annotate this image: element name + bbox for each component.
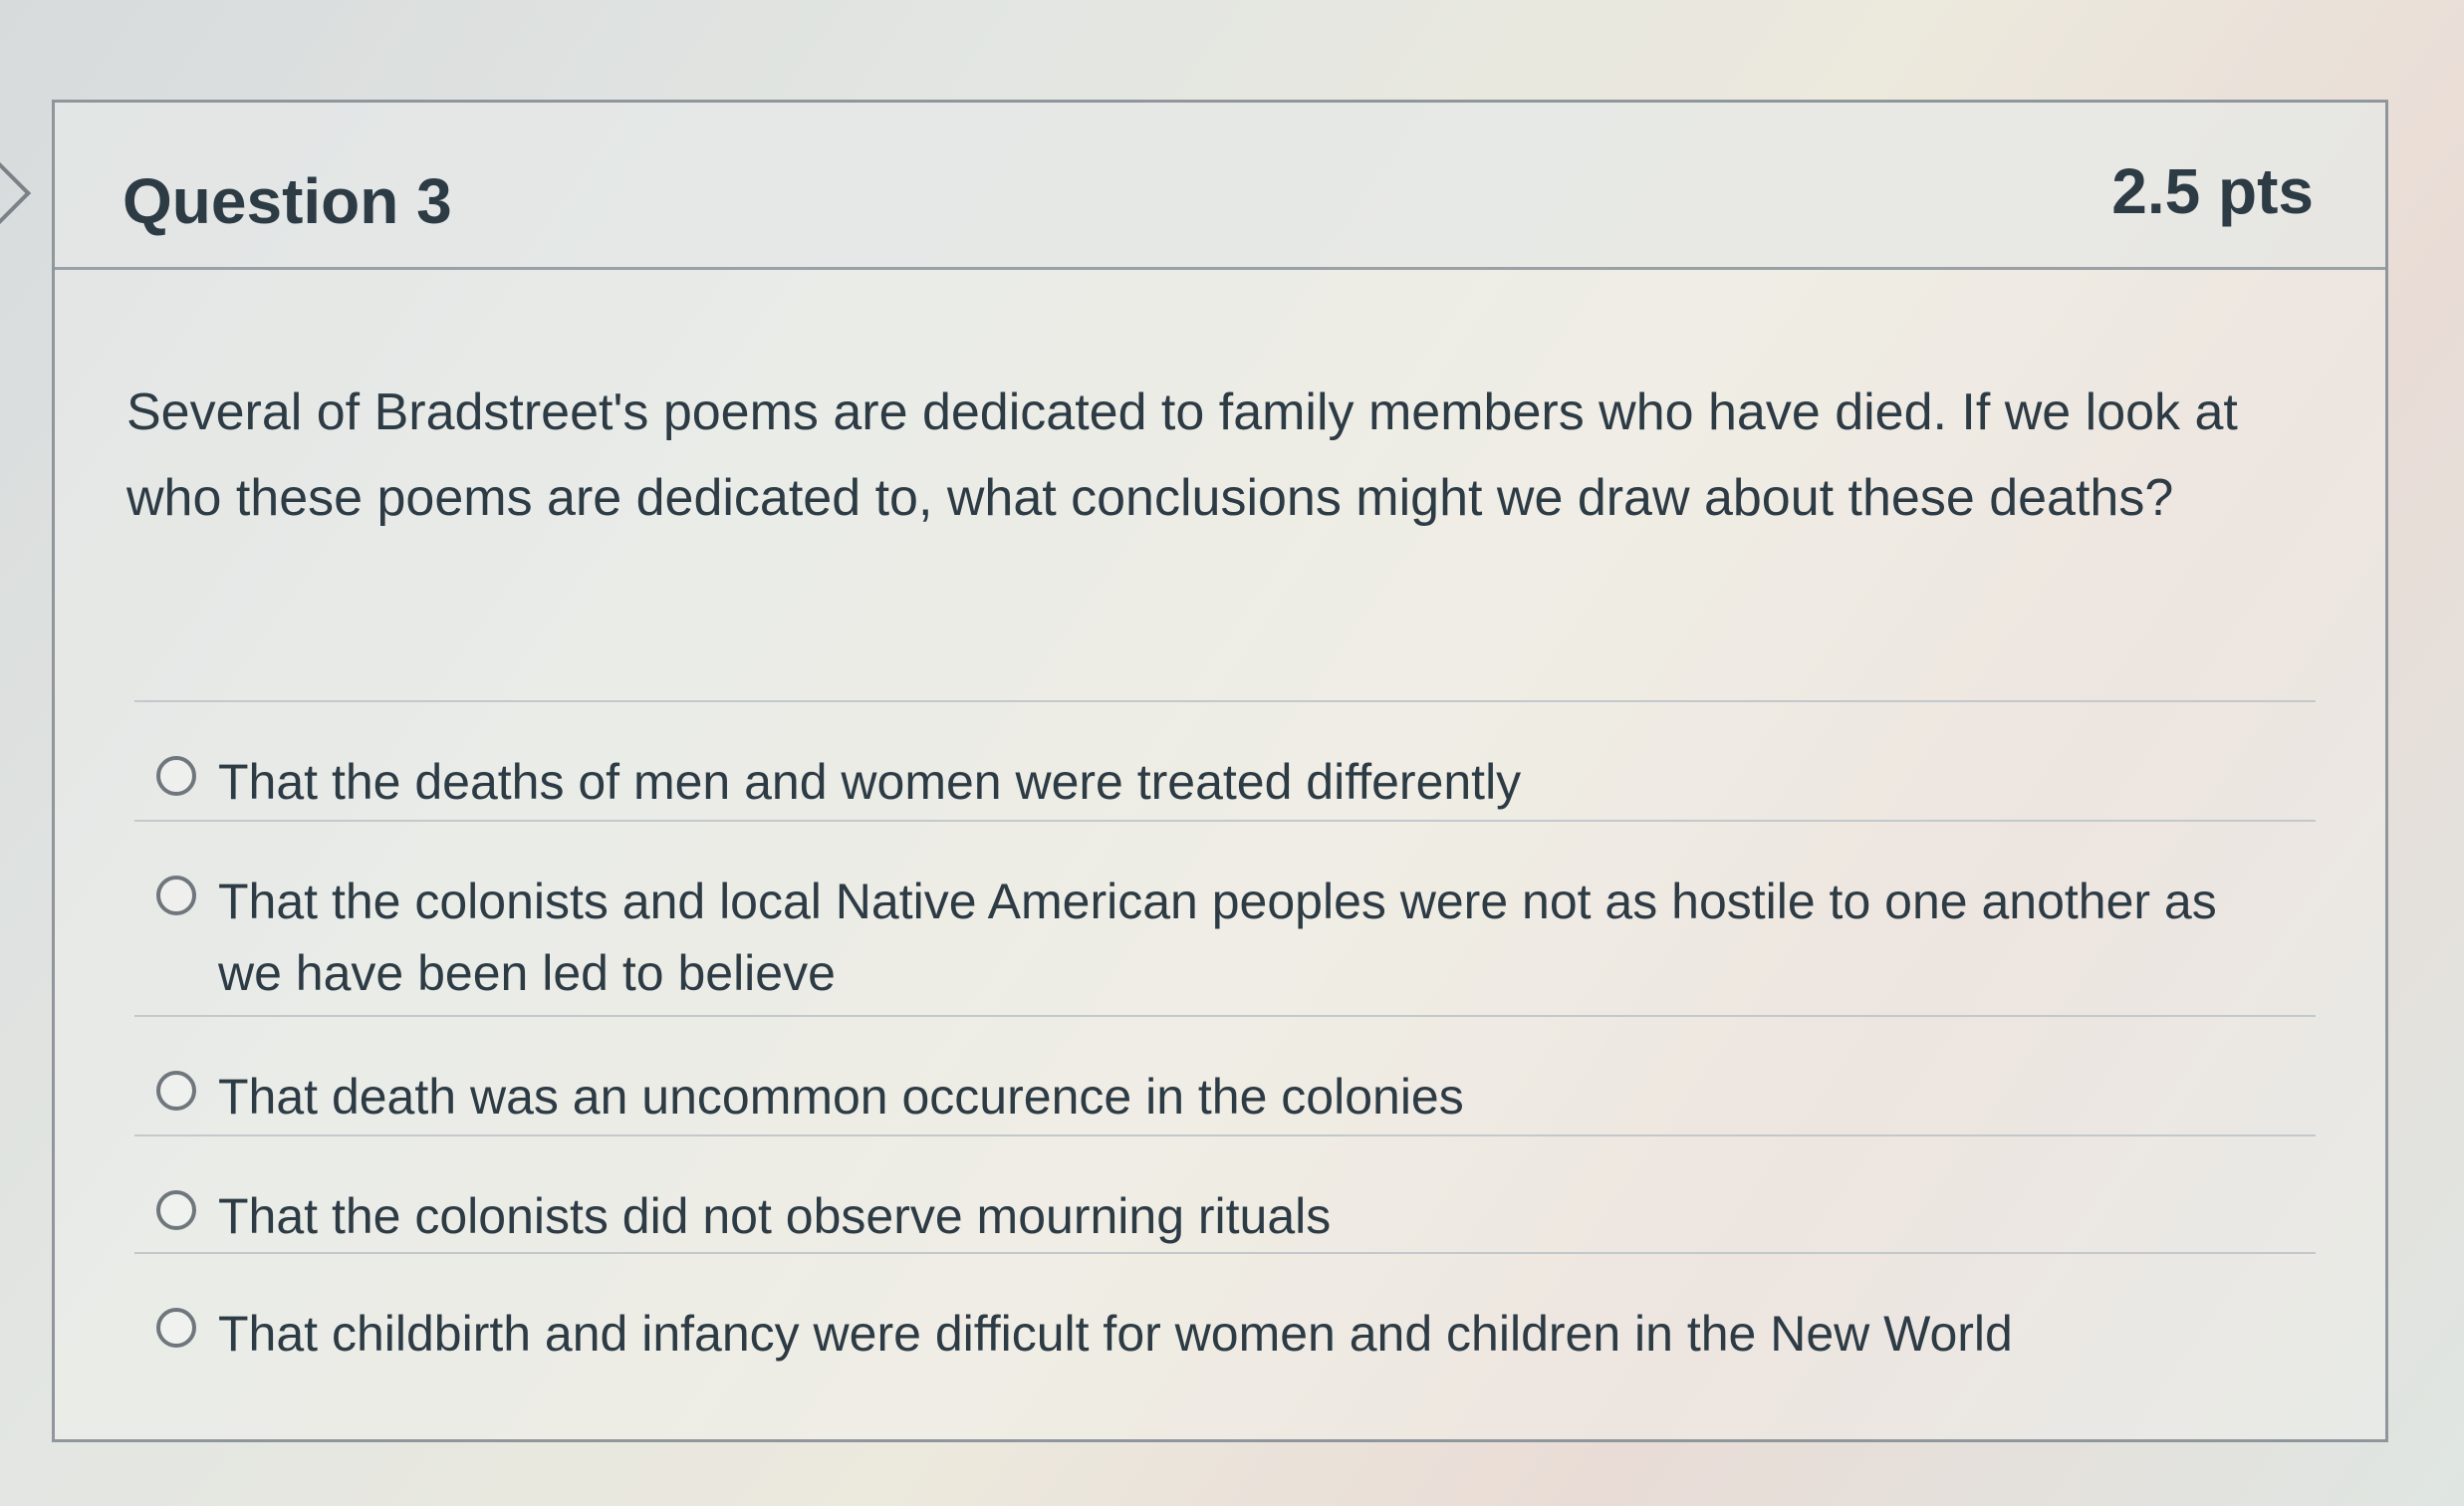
answer-label[interactable]: That death was an uncommon occurence in … [218, 1061, 1464, 1132]
radio-button-icon[interactable] [156, 1071, 196, 1111]
radio-button-icon[interactable] [156, 1190, 196, 1230]
question-points: 2.5 pts [2111, 155, 2314, 227]
radio-button-icon[interactable] [156, 1308, 196, 1348]
answer-option-4[interactable]: That the colonists did not observe mourn… [134, 1136, 2316, 1254]
answer-option-1[interactable]: That the deaths of men and women were tr… [134, 702, 2316, 822]
answer-label[interactable]: That the deaths of men and women were tr… [218, 746, 1521, 818]
answer-option-2[interactable]: That the colonists and local Native Amer… [134, 822, 2316, 1017]
answer-option-5[interactable]: That childbirth and infancy were difficu… [134, 1254, 2316, 1374]
chevron-right-icon[interactable] [0, 161, 32, 225]
answer-option-3[interactable]: That death was an uncommon occurence in … [134, 1017, 2316, 1136]
answer-label[interactable]: That the colonists and local Native Amer… [218, 866, 2290, 1009]
answer-label[interactable]: That childbirth and infancy were difficu… [218, 1298, 2013, 1370]
radio-button-icon[interactable] [156, 756, 196, 796]
answer-label[interactable]: That the colonists did not observe mourn… [218, 1180, 1331, 1252]
question-card: Question 3 2.5 pts Several of Bradstreet… [52, 100, 2388, 1442]
question-text: Several of Bradstreet's poems are dedica… [126, 383, 2238, 527]
answer-list: That the deaths of men and women were tr… [134, 700, 2316, 1374]
question-header: Question 3 2.5 pts [55, 103, 2385, 270]
radio-button-icon[interactable] [156, 876, 196, 915]
question-title: Question 3 [123, 165, 452, 237]
